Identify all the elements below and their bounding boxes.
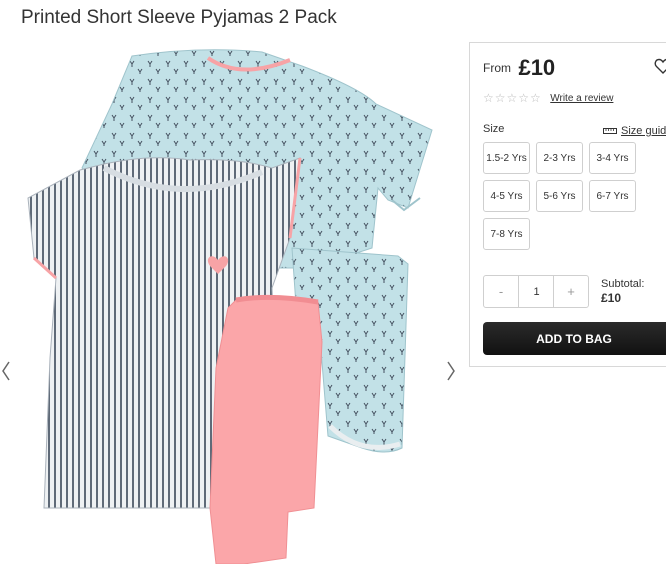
size-option[interactable]: 5-6 Yrs bbox=[536, 180, 583, 212]
size-option[interactable]: 2-3 Yrs bbox=[536, 142, 583, 174]
size-option[interactable]: 3-4 Yrs bbox=[589, 142, 636, 174]
next-image-button[interactable] bbox=[444, 358, 458, 384]
price-row: From £10 bbox=[483, 55, 555, 81]
purchase-panel: From £10 ☆☆☆☆☆ Write a review Size Size … bbox=[469, 42, 666, 367]
chevron-left-icon bbox=[2, 361, 10, 381]
heart-outline-icon bbox=[654, 58, 666, 74]
quantity-input[interactable] bbox=[519, 276, 554, 307]
quantity-decrease-button[interactable]: - bbox=[484, 276, 519, 307]
size-option[interactable]: 1.5-2 Yrs bbox=[483, 142, 530, 174]
chevron-right-icon bbox=[447, 361, 455, 381]
add-to-bag-button[interactable]: ADD TO BAG bbox=[483, 322, 666, 355]
subtotal-label: Subtotal: bbox=[601, 278, 645, 290]
product-image bbox=[27, 49, 433, 565]
wishlist-button[interactable] bbox=[654, 57, 666, 75]
quantity-increase-button[interactable]: + bbox=[553, 276, 588, 307]
rating-row: ☆☆☆☆☆ Write a review bbox=[483, 89, 613, 107]
size-option[interactable]: 6-7 Yrs bbox=[589, 180, 636, 212]
size-option[interactable]: 4-5 Yrs bbox=[483, 180, 530, 212]
ruler-icon bbox=[603, 128, 617, 134]
size-label: Size bbox=[483, 123, 505, 135]
price-value: £10 bbox=[518, 55, 556, 80]
subtotal-amount: £10 bbox=[601, 291, 622, 305]
price-from-label: From bbox=[483, 61, 511, 75]
product-title: Printed Short Sleeve Pyjamas 2 Pack bbox=[21, 7, 337, 28]
size-guide-link[interactable]: Size guide bbox=[603, 125, 666, 137]
pink-leggings bbox=[209, 294, 323, 565]
size-guide-label: Size guide bbox=[621, 125, 666, 137]
quantity-stepper: - + bbox=[483, 275, 589, 308]
product-image-gallery[interactable] bbox=[0, 38, 468, 565]
star-outline-icon: ☆☆☆☆☆ bbox=[483, 91, 542, 105]
size-option[interactable]: 7-8 Yrs bbox=[483, 218, 530, 250]
previous-image-button[interactable] bbox=[0, 358, 14, 384]
write-review-link[interactable]: Write a review bbox=[550, 93, 613, 104]
subtotal: Subtotal: £10 bbox=[601, 277, 644, 305]
